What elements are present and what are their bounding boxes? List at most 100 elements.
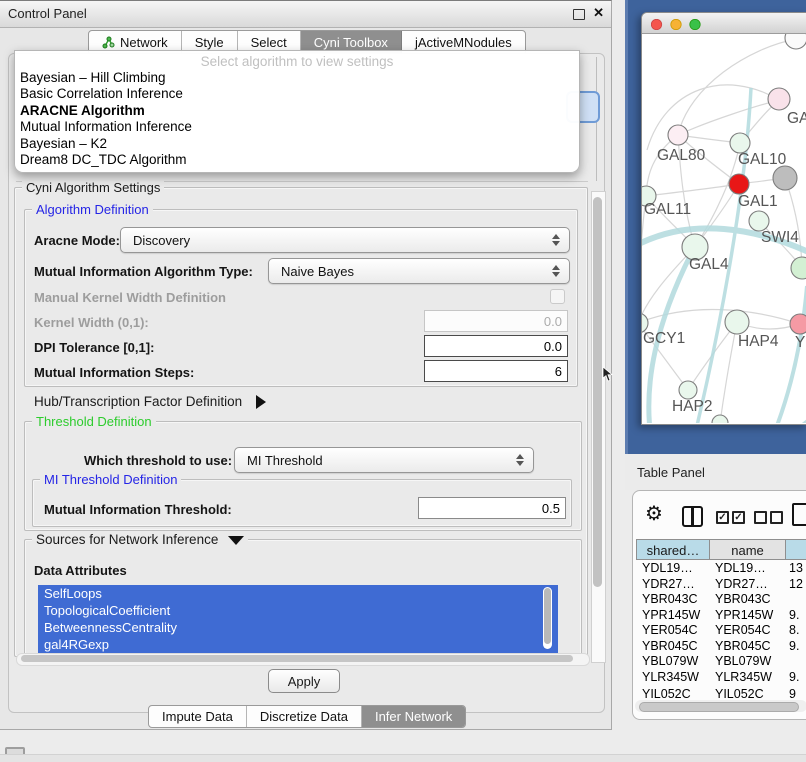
table-cell[interactable]: YBR045C (715, 639, 771, 655)
table-cell[interactable]: YDR27… (715, 577, 768, 593)
node-gal-partial[interactable] (768, 88, 790, 110)
float-window-icon[interactable] (573, 9, 585, 20)
hub-definition-label: Hub/Transcription Factor Definition (34, 394, 242, 409)
table-cell[interactable]: YLR345W (642, 670, 699, 686)
mi-type-value: Naive Bayes (269, 264, 547, 279)
dropdown-item[interactable]: Basic Correlation Inference (15, 86, 579, 102)
network-window-titlebar[interactable] (642, 13, 806, 34)
apply-button[interactable]: Apply (268, 669, 340, 693)
checked-checkbox-icon[interactable]: ✓ (716, 511, 729, 524)
table-row[interactable]: YER054C YER054C 8. (636, 623, 806, 639)
table-row[interactable]: YPR145W YPR145W 9. (636, 608, 806, 624)
table-cell[interactable]: YER054C (642, 623, 698, 639)
mouse-cursor (602, 367, 613, 382)
settings-horizontal-scrollbar-thumb[interactable] (21, 655, 573, 662)
gear-icon[interactable]: ⚙ (645, 501, 663, 526)
minimize-traffic-icon[interactable] (671, 19, 681, 29)
network-canvas[interactable]: GAL GAL80 GAL10 GAL1 GAL11 SWI4 GAL4 GCY… (642, 34, 806, 423)
table-row[interactable]: YDR27… YDR27… 12 (636, 577, 806, 593)
table-row[interactable]: YLR345W YLR345W 9. (636, 670, 806, 686)
node-gray[interactable] (773, 166, 797, 190)
table-cell[interactable]: 12 (789, 577, 803, 593)
table-horizontal-scrollbar[interactable] (635, 700, 806, 712)
column-header-partial[interactable] (786, 539, 806, 560)
attributes-scrollbar[interactable] (543, 587, 552, 649)
dropdown-item[interactable]: Bayesian – K2 (15, 136, 579, 152)
which-threshold-select[interactable]: MI Threshold (234, 447, 534, 473)
node-gal10[interactable] (730, 133, 750, 153)
dropdown-item[interactable]: Mutual Information Inference (15, 119, 579, 135)
dropdown-item[interactable]: Dream8 DC_TDC Algorithm (15, 152, 579, 168)
close-traffic-icon[interactable] (651, 19, 661, 29)
tab-discretize-data[interactable]: Discretize Data (247, 706, 362, 727)
hub-definition-expander[interactable]: Hub/Transcription Factor Definition (34, 394, 266, 409)
split-columns-icon[interactable] (682, 506, 703, 527)
table-cell[interactable]: YBR045C (642, 639, 698, 655)
settings-vertical-scrollbar[interactable] (591, 191, 606, 663)
control-panel-titlebar[interactable]: Control Panel ✕ (0, 1, 611, 28)
table-cell[interactable]: 9. (789, 639, 799, 655)
node-label: HAP2 (672, 398, 713, 415)
tab-impute-data[interactable]: Impute Data (149, 706, 247, 727)
table-cell[interactable]: YBL079W (642, 654, 698, 670)
table-cell[interactable]: YPR145W (642, 608, 700, 624)
attribute-item-selected[interactable]: BetweennessCentrality (38, 619, 558, 636)
node-gal80[interactable] (668, 125, 688, 145)
table-cell[interactable]: 9. (789, 670, 799, 686)
unchecked-checkbox-icon[interactable] (754, 511, 767, 524)
tab-infer-network[interactable]: Infer Network (362, 706, 465, 727)
table-cell[interactable]: YDL19… (715, 561, 766, 577)
attribute-item-selected[interactable]: SelfLoops (38, 585, 558, 602)
node-green-bottom[interactable] (712, 415, 728, 423)
column-header-shared-name[interactable]: shared… (636, 539, 710, 560)
dropdown-item-selected[interactable]: ARACNE Algorithm (15, 103, 579, 119)
table-cell[interactable]: 13 (789, 561, 803, 577)
node-gal1-red[interactable] (729, 174, 749, 194)
node-unlabeled[interactable] (785, 34, 806, 49)
mi-type-select[interactable]: Naive Bayes (268, 258, 570, 284)
table-cell[interactable]: YBL079W (715, 654, 771, 670)
settings-vertical-scrollbar-thumb[interactable] (593, 197, 602, 587)
checked-checkbox-icon[interactable]: ✓ (732, 511, 745, 524)
column-header-name[interactable]: name (710, 539, 786, 560)
table-row[interactable]: YBR045C YBR045C 9. (636, 639, 806, 655)
dpi-tolerance-input[interactable] (424, 335, 568, 357)
table-cell[interactable]: YDR27… (642, 577, 695, 593)
unchecked-checkbox-icon[interactable] (770, 511, 783, 524)
table-row[interactable]: YDL19… YDL19… 13 (636, 561, 806, 577)
mi-threshold-input[interactable] (418, 497, 566, 519)
table-cell[interactable]: YER054C (715, 623, 771, 639)
manual-kernel-checkbox[interactable] (550, 289, 565, 304)
node-label: SWI4 (761, 229, 799, 246)
document-icon[interactable] (792, 503, 806, 526)
dropdown-item[interactable]: Bayesian – Hill Climbing (15, 70, 579, 86)
aracne-mode-select[interactable]: Discovery (120, 227, 570, 253)
table-panel-header: Table Panel (625, 454, 806, 490)
network-window: GAL GAL80 GAL10 GAL1 GAL11 SWI4 GAL4 GCY… (641, 12, 806, 425)
node-hap2[interactable] (679, 381, 697, 399)
zoom-traffic-icon[interactable] (690, 19, 700, 29)
node-swi4[interactable] (749, 211, 769, 231)
attributes-scrollbar-thumb[interactable] (544, 588, 551, 644)
table-cell[interactable]: YPR145W (715, 608, 773, 624)
mi-steps-label: Mutual Information Steps: (34, 365, 194, 380)
node-salmon[interactable] (790, 314, 806, 334)
table-horizontal-scrollbar-thumb[interactable] (639, 702, 799, 712)
table-row[interactable]: YBL079W YBL079W (636, 654, 806, 670)
table-cell[interactable]: 9. (789, 608, 799, 624)
expander-collapsed-icon (256, 395, 266, 409)
settings-horizontal-scrollbar[interactable] (16, 653, 590, 666)
table-cell[interactable]: YLR345W (715, 670, 772, 686)
table-cell[interactable]: YDL19… (642, 561, 693, 577)
table-cell[interactable]: YBR043C (715, 592, 771, 608)
mi-steps-input[interactable] (424, 360, 568, 382)
sources-title[interactable]: Sources for Network Inference (32, 532, 248, 547)
close-icon[interactable]: ✕ (593, 5, 604, 21)
attribute-item-selected[interactable]: gal4RGexp (38, 636, 558, 653)
node-hap4[interactable] (725, 310, 749, 334)
node-green-right[interactable] (791, 257, 806, 279)
table-cell[interactable]: YBR043C (642, 592, 698, 608)
table-cell[interactable]: 8. (789, 623, 799, 639)
attribute-item-selected[interactable]: TopologicalCoefficient (38, 602, 558, 619)
table-row[interactable]: YBR043C YBR043C (636, 592, 806, 608)
